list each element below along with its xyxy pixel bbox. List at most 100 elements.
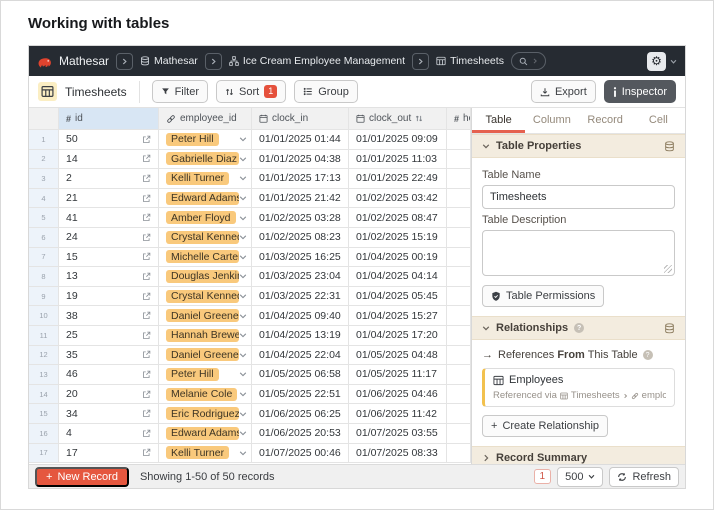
tab-cell[interactable]: Cell [632, 108, 685, 133]
row-number[interactable]: 8 [29, 267, 59, 287]
external-link-icon[interactable] [142, 292, 151, 301]
external-link-icon[interactable] [142, 252, 151, 261]
id-cell[interactable]: 17 [59, 444, 159, 464]
row-number[interactable]: 12 [29, 346, 59, 366]
column-header-clock-in[interactable]: clock_in [252, 108, 349, 130]
clock-out-cell[interactable]: 01/02/2025 08:47 [349, 208, 447, 228]
external-link-icon[interactable] [142, 429, 151, 438]
chevron-down-icon[interactable] [239, 429, 247, 437]
id-cell[interactable]: 4 [59, 424, 159, 444]
employee-cell[interactable]: Melanie Cole [159, 385, 252, 405]
breadcrumb-database[interactable]: Mathesar [140, 55, 198, 67]
clock-in-cell[interactable]: 01/02/2025 03:28 [252, 208, 349, 228]
hours-cell[interactable] [447, 424, 471, 444]
chevron-down-icon[interactable] [239, 272, 247, 280]
hours-cell[interactable] [447, 346, 471, 366]
page-size-select[interactable]: 500 [557, 467, 603, 487]
clock-out-cell[interactable]: 01/06/2025 11:42 [349, 404, 447, 424]
id-cell[interactable]: 20 [59, 385, 159, 405]
table-permissions-button[interactable]: Table Permissions [482, 285, 604, 307]
column-header-hours[interactable]: # hou [447, 108, 471, 130]
clock-in-cell[interactable]: 01/02/2025 08:23 [252, 228, 349, 248]
clock-in-cell[interactable]: 01/04/2025 09:40 [252, 306, 349, 326]
row-number[interactable]: 10 [29, 306, 59, 326]
id-cell[interactable]: 50 [59, 130, 159, 150]
external-link-icon[interactable] [142, 390, 151, 399]
table-properties-header[interactable]: Table Properties [472, 134, 685, 158]
chevron-down-icon[interactable] [239, 292, 247, 300]
external-link-icon[interactable] [142, 350, 151, 359]
chevron-down-icon[interactable] [239, 194, 247, 202]
row-number[interactable]: 2 [29, 150, 59, 170]
clock-in-cell[interactable]: 01/05/2025 22:51 [252, 385, 349, 405]
external-link-icon[interactable] [142, 370, 151, 379]
hours-cell[interactable] [447, 228, 471, 248]
employee-cell[interactable]: Peter Hill [159, 130, 252, 150]
id-cell[interactable]: 35 [59, 346, 159, 366]
search-button[interactable] [511, 52, 546, 70]
breadcrumb-chevron-button[interactable] [116, 53, 133, 70]
id-cell[interactable]: 15 [59, 248, 159, 268]
clock-out-cell[interactable]: 01/02/2025 03:42 [349, 189, 447, 209]
external-link-icon[interactable] [142, 154, 151, 163]
breadcrumb-chevron-button[interactable] [205, 53, 222, 70]
hours-cell[interactable] [447, 287, 471, 307]
row-number[interactable]: 16 [29, 424, 59, 444]
hours-cell[interactable] [447, 169, 471, 189]
table-description-input[interactable] [482, 230, 675, 276]
employee-cell[interactable]: Amber Floyd [159, 208, 252, 228]
clock-in-cell[interactable]: 01/06/2025 06:25 [252, 404, 349, 424]
id-cell[interactable]: 34 [59, 404, 159, 424]
sort-button[interactable]: Sort 1 [216, 80, 286, 103]
chevron-down-icon[interactable] [239, 312, 247, 320]
row-number[interactable]: 1 [29, 130, 59, 150]
external-link-icon[interactable] [142, 135, 151, 144]
clock-out-cell[interactable]: 01/01/2025 09:09 [349, 130, 447, 150]
id-cell[interactable]: 14 [59, 150, 159, 170]
help-icon[interactable]: ? [574, 323, 584, 333]
inspector-button[interactable]: Inspector [604, 80, 676, 103]
refresh-button[interactable]: Refresh [609, 467, 679, 487]
hours-cell[interactable] [447, 306, 471, 326]
hours-cell[interactable] [447, 326, 471, 346]
employee-cell[interactable]: Kelli Turner [159, 444, 252, 464]
relationships-header[interactable]: Relationships ? [472, 316, 685, 340]
clock-out-cell[interactable]: 01/01/2025 11:03 [349, 150, 447, 170]
employee-cell[interactable]: Daniel Greene [159, 346, 252, 366]
chevron-down-icon[interactable] [239, 214, 247, 222]
clock-out-cell[interactable]: 01/04/2025 05:45 [349, 287, 447, 307]
hours-cell[interactable] [447, 267, 471, 287]
table-name-input[interactable]: Timesheets [482, 185, 675, 209]
hours-cell[interactable] [447, 189, 471, 209]
employee-cell[interactable]: Eric Rodriguez [159, 404, 252, 424]
external-link-icon[interactable] [142, 233, 151, 242]
id-cell[interactable]: 41 [59, 208, 159, 228]
help-icon[interactable]: ? [643, 350, 653, 360]
row-number[interactable]: 6 [29, 228, 59, 248]
chevron-down-icon[interactable] [239, 135, 247, 143]
external-link-icon[interactable] [142, 194, 151, 203]
clock-in-cell[interactable]: 01/03/2025 16:25 [252, 248, 349, 268]
external-link-icon[interactable] [142, 213, 151, 222]
hours-cell[interactable] [447, 365, 471, 385]
external-link-icon[interactable] [142, 174, 151, 183]
export-button[interactable]: Export [531, 80, 596, 103]
external-link-icon[interactable] [142, 272, 151, 281]
hours-cell[interactable] [447, 130, 471, 150]
filter-button[interactable]: Filter [152, 80, 208, 103]
employee-cell[interactable]: Gabrielle Diaz [159, 150, 252, 170]
employee-cell[interactable]: Douglas Jenkins [159, 267, 252, 287]
clock-out-cell[interactable]: 01/04/2025 04:14 [349, 267, 447, 287]
id-cell[interactable]: 2 [59, 169, 159, 189]
chevron-down-icon[interactable] [239, 174, 247, 182]
id-cell[interactable]: 25 [59, 326, 159, 346]
clock-out-cell[interactable]: 01/06/2025 04:46 [349, 385, 447, 405]
settings-menu-button[interactable]: ⚙ [647, 52, 677, 71]
clock-in-cell[interactable]: 01/03/2025 22:31 [252, 287, 349, 307]
external-link-icon[interactable] [142, 311, 151, 320]
chevron-down-icon[interactable] [239, 253, 247, 261]
hours-cell[interactable] [447, 150, 471, 170]
column-header-employee-id[interactable]: employee_id [159, 108, 252, 130]
chevron-down-icon[interactable] [239, 233, 247, 241]
breadcrumb-schema[interactable]: Ice Cream Employee Management [229, 55, 405, 67]
